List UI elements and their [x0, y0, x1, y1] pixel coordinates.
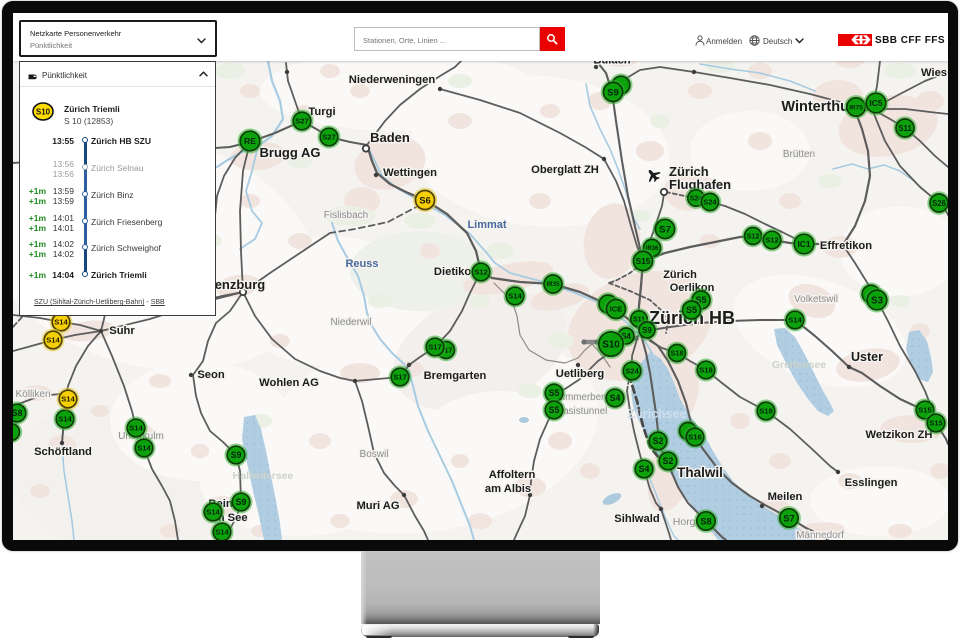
svg-text:Winterthur: Winterthur [781, 99, 855, 115]
svg-text:S5: S5 [549, 405, 560, 415]
svg-text:S5: S5 [549, 388, 560, 398]
svg-text:Uster: Uster [851, 350, 883, 364]
svg-text:am Albis: am Albis [485, 483, 531, 495]
svg-text:Suhr: Suhr [109, 325, 135, 337]
svg-text:Fislisbach: Fislisbach [324, 210, 368, 221]
svg-text:S24: S24 [703, 198, 717, 207]
svg-text:S10: S10 [36, 108, 51, 117]
svg-text:Hallwilersee: Hallwilersee [233, 470, 294, 482]
svg-text:Brugg AG: Brugg AG [260, 145, 321, 160]
svg-text:S2: S2 [663, 456, 674, 466]
svg-text:S7: S7 [659, 224, 671, 235]
svg-text:S9: S9 [642, 326, 652, 335]
svg-text:S11: S11 [898, 124, 912, 133]
svg-text:Bülach: Bülach [593, 61, 630, 67]
svg-text:Wies: Wies [921, 67, 947, 79]
svg-text:S12: S12 [474, 268, 488, 277]
svg-text:Brütten: Brütten [783, 149, 815, 160]
svg-text:Oberglatt ZH: Oberglatt ZH [531, 164, 599, 176]
svg-text:Seon: Seon [197, 369, 225, 381]
svg-text:S18: S18 [671, 349, 684, 358]
svg-text:S2: S2 [653, 436, 664, 446]
svg-text:S12: S12 [765, 236, 779, 245]
svg-text:S8: S8 [700, 516, 711, 526]
svg-text:S27: S27 [322, 133, 336, 142]
svg-text:S14: S14 [137, 444, 151, 453]
svg-text:S26: S26 [932, 199, 947, 208]
svg-text:S14: S14 [54, 318, 68, 327]
svg-text:Thalwil: Thalwil [677, 465, 723, 480]
svg-text:S7: S7 [783, 513, 794, 523]
svg-text:S14: S14 [58, 415, 72, 424]
svg-text:S8: S8 [13, 408, 22, 418]
svg-text:IR35: IR35 [546, 281, 560, 288]
svg-text:S9: S9 [231, 450, 242, 460]
svg-text:Turgi: Turgi [308, 106, 335, 118]
svg-text:S14: S14 [215, 528, 229, 537]
svg-text:Bremgarten: Bremgarten [424, 370, 487, 382]
svg-text:Reuss: Reuss [345, 258, 378, 270]
svg-text:S14: S14 [206, 508, 220, 517]
svg-text:Muri AG: Muri AG [356, 500, 399, 512]
svg-text:S14: S14 [508, 292, 522, 301]
svg-text:S14: S14 [46, 336, 60, 345]
svg-text:S27: S27 [295, 117, 309, 126]
svg-text:S15: S15 [929, 419, 943, 428]
svg-text:Effretikon: Effretikon [820, 240, 872, 252]
svg-text:ICE: ICE [610, 305, 623, 314]
svg-text:IC5: IC5 [869, 98, 883, 108]
svg-text:S14: S14 [129, 424, 143, 433]
svg-text:Boswil: Boswil [360, 449, 389, 460]
svg-text:Schöftland: Schöftland [34, 446, 92, 458]
svg-text:Wettingen: Wettingen [383, 167, 437, 179]
svg-text:Männedorf: Männedorf [796, 530, 844, 540]
svg-text:S4: S4 [610, 393, 621, 403]
svg-text:Baden: Baden [370, 130, 410, 145]
svg-text:S9: S9 [236, 497, 247, 507]
svg-text:S5: S5 [686, 305, 697, 315]
svg-text:S3: S3 [871, 296, 884, 307]
svg-text:Meilen: Meilen [768, 491, 803, 503]
svg-text:S17: S17 [428, 343, 442, 352]
svg-text:Volketswil: Volketswil [794, 294, 838, 305]
svg-text:IC1: IC1 [797, 239, 810, 249]
svg-text:S12: S12 [747, 232, 760, 241]
svg-text:Niederwil: Niederwil [330, 317, 371, 328]
svg-text:S14: S14 [61, 395, 75, 404]
svg-text:S9: S9 [607, 87, 619, 98]
svg-text:Zürichsee: Zürichsee [627, 407, 686, 421]
svg-text:Sihlwald: Sihlwald [614, 513, 660, 525]
svg-text:Wohlen AG: Wohlen AG [259, 377, 319, 389]
svg-text:S24: S24 [625, 367, 639, 376]
svg-text:Zürich: Zürich [663, 269, 697, 281]
svg-text:S18: S18 [759, 407, 773, 416]
svg-text:Esslingen: Esslingen [845, 477, 898, 489]
svg-text:Niederweningen: Niederweningen [349, 74, 436, 86]
svg-text:Limmat: Limmat [467, 219, 506, 231]
svg-text:S14: S14 [788, 316, 802, 325]
svg-text:Greifensee: Greifensee [772, 359, 826, 371]
svg-text:Uetliberg: Uetliberg [556, 368, 605, 380]
svg-text:S18: S18 [699, 366, 713, 375]
svg-text:IR75: IR75 [849, 104, 863, 111]
svg-text:RE: RE [244, 136, 256, 146]
svg-text:S17: S17 [393, 373, 407, 382]
svg-text:S4: S4 [639, 464, 650, 474]
svg-text:Wetzikon ZH: Wetzikon ZH [866, 429, 933, 441]
svg-text:Kölliken: Kölliken [15, 389, 50, 400]
svg-text:S10: S10 [602, 340, 620, 351]
svg-text:S16: S16 [688, 433, 702, 442]
svg-text:S15: S15 [636, 256, 651, 266]
svg-text:Affoltern: Affoltern [489, 469, 536, 481]
svg-text:S6: S6 [419, 195, 431, 206]
